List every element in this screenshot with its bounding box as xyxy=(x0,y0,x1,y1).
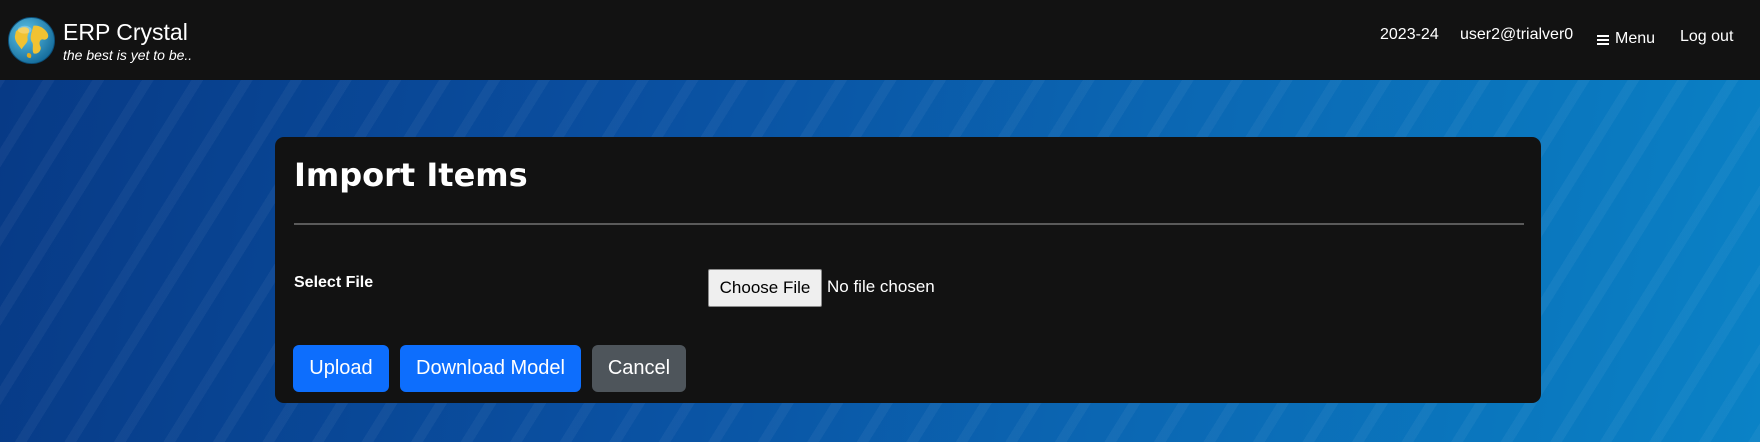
app-tagline: the best is yet to be.. xyxy=(63,47,193,63)
hamburger-icon xyxy=(1597,34,1609,45)
choose-file-button[interactable]: Choose File xyxy=(708,269,822,307)
upload-button[interactable]: Upload xyxy=(293,345,389,392)
title-divider xyxy=(294,223,1524,225)
menu-button[interactable]: Menu xyxy=(1597,27,1655,51)
file-status-text: No file chosen xyxy=(827,277,935,296)
page-title: Import Items xyxy=(294,156,528,194)
download-model-button[interactable]: Download Model xyxy=(400,345,581,392)
menu-label: Menu xyxy=(1615,30,1656,47)
logout-link[interactable]: Log out xyxy=(1680,26,1733,50)
app-title[interactable]: ERP Crystal xyxy=(63,18,188,46)
import-items-card: Import Items Select File Choose File No … xyxy=(275,137,1541,403)
user-account[interactable]: user2@trialver0 xyxy=(1460,24,1573,48)
cancel-button[interactable]: Cancel xyxy=(592,345,686,392)
globe-icon xyxy=(7,16,56,65)
top-navbar: ERP Crystal the best is yet to be.. 2023… xyxy=(0,0,1760,80)
fiscal-year[interactable]: 2023-24 xyxy=(1380,24,1439,48)
select-file-label: Select File xyxy=(294,274,374,291)
